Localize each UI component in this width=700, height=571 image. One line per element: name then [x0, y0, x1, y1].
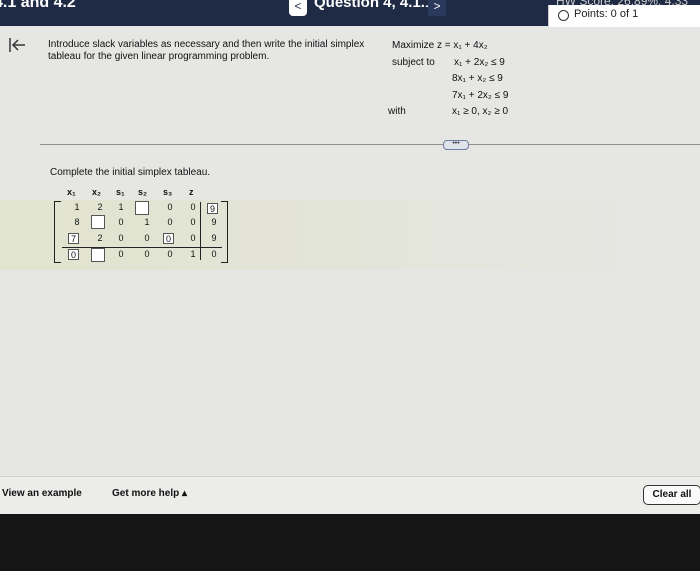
- cell-r4-s3: 0: [167, 249, 173, 259]
- with-label: with: [388, 106, 406, 117]
- cell-r4-rhs: 0: [211, 249, 217, 259]
- constraint-1: x₁ + 2x₂ ≤ 9: [454, 57, 505, 68]
- rhs-divider: [200, 202, 201, 260]
- instructions: Introduce slack variables as necessary a…: [48, 39, 365, 62]
- cell-r2-z: 0: [190, 217, 196, 227]
- cell-r2-s2: 1: [144, 217, 150, 227]
- previous-question-button[interactable]: <: [289, 0, 307, 16]
- header-z: z: [189, 187, 194, 197]
- section-divider: •••: [0, 140, 700, 150]
- cell-r3-rhs: 9: [211, 233, 217, 243]
- back-arrow-icon: [9, 38, 25, 52]
- cell-r1-x2: 2: [97, 202, 103, 212]
- header-s2: s₂: [138, 187, 148, 197]
- points-indicator: Points: 0 of 1: [548, 5, 700, 27]
- cell-r3-s2: 0: [144, 233, 150, 243]
- screen-bezel: [0, 514, 700, 571]
- cell-r4-s2: 0: [144, 249, 150, 259]
- constraint-2: 8x₁ + x₂ ≤ 9: [452, 73, 503, 84]
- cell-r1-s3: 0: [167, 202, 173, 212]
- objective: z = x₁ + 4x₂: [437, 40, 488, 51]
- right-bracket: [221, 201, 228, 263]
- nonnegativity: x₁ ≥ 0, x₂ ≥ 0: [452, 106, 509, 117]
- view-example-link[interactable]: View an example: [2, 488, 82, 499]
- cell-r3-s1: 0: [118, 233, 124, 243]
- header-x1: x₁: [67, 187, 76, 197]
- input-r3-x1[interactable]: 7: [68, 233, 79, 244]
- cell-r2-s1: 0: [118, 217, 124, 227]
- cell-r4-z: 1: [190, 249, 196, 259]
- input-r3-s3[interactable]: 0: [163, 233, 174, 244]
- header-x2: x₂: [92, 187, 102, 197]
- cell-r2-x1: 8: [74, 217, 80, 227]
- maximize-label: Maximize: [392, 40, 435, 51]
- assignment-title: 4.1 and 4.2: [0, 0, 76, 11]
- tableau-prompt: Complete the initial simplex tableau.: [50, 167, 211, 178]
- cell-r1-s1: 1: [118, 202, 124, 212]
- objective-row-divider: [62, 247, 222, 248]
- get-more-help-link[interactable]: Get more help ▴: [112, 488, 187, 499]
- cell-r4-s1: 0: [118, 249, 124, 259]
- points-text: Points: 0 of 1: [574, 8, 639, 20]
- input-r1-s2[interactable]: [135, 201, 149, 215]
- subject-to-label: subject to: [392, 57, 435, 68]
- input-r2-x2[interactable]: [91, 215, 105, 229]
- clear-all-button[interactable]: Clear all: [643, 485, 700, 505]
- divider-line: [40, 144, 700, 145]
- back-to-start-icon[interactable]: [8, 37, 26, 58]
- header-s3: s₃: [163, 187, 173, 197]
- input-r4-x1[interactable]: 0: [68, 249, 79, 260]
- cell-r1-x1: 1: [74, 202, 80, 212]
- header-s1: s₁: [116, 187, 125, 197]
- question-title: Question 4, 4.1.15: [314, 0, 442, 11]
- cell-r1-z: 0: [190, 202, 196, 212]
- expand-button[interactable]: •••: [443, 140, 469, 150]
- circle-icon: [558, 10, 569, 21]
- constraint-3: 7x₁ + 2x₂ ≤ 9: [452, 90, 509, 101]
- cell-r2-rhs: 9: [211, 217, 217, 227]
- bottom-toolbar: View an example Get more help ▴ Clear al…: [0, 476, 700, 515]
- left-bracket: [54, 201, 61, 263]
- input-r4-x2[interactable]: [91, 248, 105, 262]
- cell-r3-z: 0: [190, 233, 196, 243]
- next-question-button[interactable]: >: [428, 0, 446, 16]
- cell-r2-s3: 0: [167, 217, 173, 227]
- cell-r3-x2: 2: [97, 233, 103, 243]
- input-r1-rhs[interactable]: 9: [207, 203, 218, 214]
